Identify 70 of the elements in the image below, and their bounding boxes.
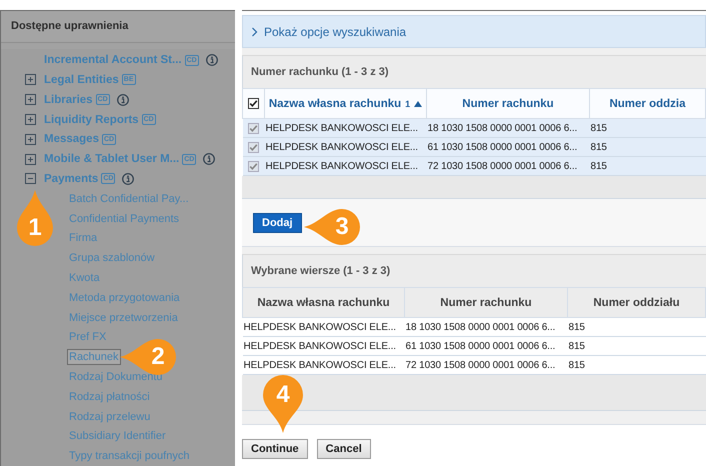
table-cell: HELPDESK BANKOWOSCI ELE... [242, 318, 404, 336]
tree-item[interactable]: Subsidiary Identifier [67, 428, 168, 444]
table-cell: 72 1030 1508 0000 0001 0006 6... [404, 356, 568, 374]
callout-marker: 4 [263, 375, 303, 433]
tree-item[interactable]: Mobile & Tablet User M... [44, 153, 180, 166]
tree-item[interactable]: Confidential Payments [67, 210, 182, 227]
tree-item[interactable]: Messages [44, 133, 99, 146]
tree-item[interactable]: Rodzaj płatności [67, 388, 152, 405]
column-header[interactable]: Nazwa własna rachunku 1 [264, 88, 426, 118]
table-cell: HELPDESK BANKOWOSCI ELE... [242, 336, 404, 356]
section-title: Wybrane wiersze (1 - 3 z 3) [251, 265, 390, 277]
expand-icon[interactable] [25, 134, 36, 145]
info-icon[interactable] [206, 54, 218, 66]
tree-item[interactable]: Liquidity Reports [44, 114, 139, 126]
checkbox[interactable] [248, 98, 259, 109]
tree-item[interactable]: Incremental Account St... [44, 54, 182, 66]
info-icon[interactable] [116, 94, 129, 106]
tree-item[interactable]: Rachunek [67, 349, 121, 366]
dialog-button[interactable]: Cancel [316, 439, 371, 459]
expand-icon[interactable] [25, 114, 36, 126]
table-cell: 18 1030 1508 0000 0001 0006 6... [426, 118, 590, 138]
column-header[interactable]: Numer oddziału [568, 288, 706, 318]
table-cell: 815 [568, 356, 706, 374]
checkbox[interactable] [248, 142, 259, 152]
tree-item[interactable]: Rodzaj przelewu [67, 408, 152, 424]
chevron-icon [251, 26, 258, 36]
tree-item[interactable]: Typy transakcji poufnych [67, 448, 192, 464]
table-cell: HELPDESK BANKOWOSCI ELE... [264, 118, 426, 138]
column-header[interactable]: Nazwa własna rachunku [242, 288, 404, 318]
checkbox[interactable] [248, 160, 259, 172]
sort-icon [414, 100, 422, 106]
table-cell: 815 [590, 138, 706, 156]
info-icon[interactable] [203, 153, 216, 166]
table-cell: 815 [568, 318, 706, 336]
table-cell: 815 [568, 336, 706, 356]
tree-item[interactable]: Batch Confidential Pay... [67, 190, 191, 207]
expand-icon[interactable] [25, 154, 36, 165]
table-cell: 61 1030 1508 0000 0001 0006 6... [426, 138, 590, 156]
tree-item[interactable]: Libraries [44, 94, 93, 106]
tree-item[interactable]: Firma [67, 230, 100, 246]
tree-item[interactable]: Pref FX [67, 329, 108, 346]
dialog-button[interactable]: Continue [242, 439, 308, 459]
table-cell: 18 1030 1508 0000 0001 0006 6... [404, 318, 568, 336]
tree-item[interactable]: Kwota [67, 270, 102, 286]
tree-item[interactable]: Payments [44, 172, 98, 185]
tree-item[interactable]: Grupa szablonów [67, 250, 157, 266]
tree-item[interactable]: Legal Entities [44, 74, 119, 86]
collapse-icon[interactable] [25, 173, 36, 184]
table-cell: HELPDESK BANKOWOSCI ELE... [264, 156, 426, 176]
table-cell: 61 1030 1508 0000 0001 0006 6... [404, 336, 568, 356]
column-header[interactable]: Numer oddzia [590, 88, 706, 118]
tree-item[interactable]: Miejsce przetworzenia [67, 310, 180, 326]
add-button[interactable]: Dodaj [253, 212, 302, 232]
table-cell: HELPDESK BANKOWOSCI ELE... [264, 138, 426, 156]
column-header[interactable]: Numer rachunku [404, 288, 568, 318]
callout-marker: 1 [17, 190, 53, 246]
panel-title: Dostępne uprawnienia [11, 20, 128, 32]
table-cell: 72 1030 1508 0000 0001 0006 6... [426, 156, 590, 176]
expand-icon[interactable] [25, 94, 36, 106]
table-cell: HELPDESK BANKOWOSCI ELE... [242, 356, 404, 374]
tree-item[interactable]: Metoda przygotowania [67, 290, 182, 306]
table-cell: 815 [590, 156, 706, 176]
search-options-toggle[interactable]: Pokaż opcje wyszukiwania [242, 15, 706, 48]
expand-icon[interactable] [25, 74, 36, 86]
section-title: Numer rachunku (1 - 3 z 3) [251, 66, 389, 78]
callout-marker: 3 [304, 209, 360, 245]
table-cell: 815 [590, 118, 706, 138]
checkbox[interactable] [248, 122, 259, 134]
column-header[interactable]: Numer rachunku [426, 88, 590, 118]
info-icon[interactable] [122, 172, 134, 185]
